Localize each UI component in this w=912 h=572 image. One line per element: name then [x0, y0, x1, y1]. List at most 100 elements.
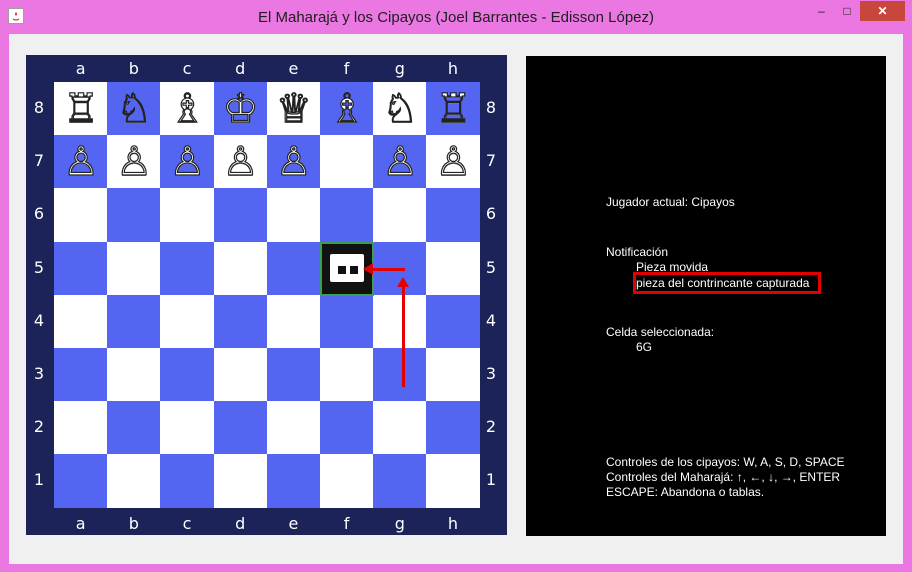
rank-label-left: 5	[33, 257, 45, 277]
rank-label-right: 2	[485, 417, 497, 437]
white-pawn-icon[interactable]: ♙	[426, 135, 480, 189]
file-label-bottom: a	[75, 514, 86, 533]
rank-label-left: 2	[33, 417, 45, 437]
white-pawn-icon[interactable]: ♙	[373, 135, 427, 189]
vertical-annotation-line	[402, 280, 405, 387]
rank-label-right: 7	[485, 151, 497, 171]
square-e1[interactable]	[266, 454, 321, 509]
file-label-top: c	[182, 59, 192, 78]
square-h6[interactable]	[426, 188, 481, 243]
square-g4[interactable]	[373, 294, 428, 349]
square-h2[interactable]	[426, 401, 481, 456]
square-c2[interactable]	[160, 401, 215, 456]
file-label-top: g	[394, 59, 405, 78]
square-e3[interactable]	[266, 348, 321, 402]
square-f7[interactable]	[320, 135, 374, 190]
square-h4[interactable]	[426, 294, 481, 349]
square-g2[interactable]	[373, 401, 428, 456]
selected-cell-value: 6G	[636, 340, 653, 354]
square-f6[interactable]	[320, 188, 374, 243]
square-d5[interactable]	[213, 241, 268, 296]
square-c3[interactable]	[160, 348, 215, 402]
file-label-top: h	[447, 59, 459, 78]
rank-label-right: 4	[485, 310, 497, 330]
white-pawn-icon[interactable]: ♙	[107, 135, 161, 189]
white-rook-icon[interactable]: ♖	[426, 82, 480, 136]
square-f2[interactable]	[320, 401, 374, 456]
square-b3[interactable]	[107, 348, 162, 402]
notification-highlight-box	[633, 272, 821, 294]
file-label-top: a	[75, 59, 86, 78]
white-pawn-icon[interactable]: ♙	[267, 135, 321, 189]
escape-controls-text: ESCAPE: Abandona o tablas.	[606, 485, 765, 499]
square-d3[interactable]	[213, 348, 268, 402]
square-c4[interactable]	[160, 294, 215, 349]
square-g6[interactable]	[373, 188, 428, 243]
square-d2[interactable]	[213, 401, 268, 456]
white-queen-icon[interactable]: ♕	[267, 82, 321, 136]
minimize-button[interactable]: –	[808, 1, 835, 21]
window-titlebar: El Maharajá y los Cipayos (Joel Barrante…	[0, 0, 912, 34]
square-e2[interactable]	[266, 401, 321, 456]
square-d4[interactable]	[213, 294, 268, 349]
square-a1[interactable]	[54, 454, 108, 509]
square-g1[interactable]	[373, 454, 428, 509]
sepoy-controls-text: Controles de los cipayos: W, A, S, D, SP…	[606, 455, 845, 469]
file-label-top: b	[128, 59, 139, 78]
square-f1[interactable]	[320, 454, 374, 509]
square-f4[interactable]	[320, 294, 374, 349]
square-d1[interactable]	[213, 454, 268, 509]
square-a4[interactable]	[54, 294, 108, 349]
current-player-text: Jugador actual: Cipayos	[606, 195, 735, 209]
square-b4[interactable]	[107, 294, 162, 349]
white-pawn-icon[interactable]: ♙	[160, 135, 214, 189]
file-label-top: e	[288, 59, 299, 78]
square-f3[interactable]	[320, 348, 374, 402]
rank-label-right: 6	[485, 204, 497, 224]
file-label-bottom: b	[128, 514, 139, 533]
left-arrowhead-icon	[363, 263, 373, 275]
square-b2[interactable]	[107, 401, 162, 456]
file-label-bottom: d	[235, 514, 246, 533]
square-a3[interactable]	[54, 348, 108, 402]
white-knight-icon[interactable]: ♘	[107, 82, 161, 136]
square-e5[interactable]	[266, 241, 321, 296]
white-bishop-icon[interactable]: ♗	[160, 82, 214, 136]
square-e6[interactable]	[266, 188, 321, 243]
white-bishop-icon[interactable]: ♗	[320, 82, 374, 136]
square-a6[interactable]	[54, 188, 108, 243]
square-g3[interactable]	[373, 348, 428, 402]
square-h5[interactable]	[426, 241, 481, 296]
square-d6[interactable]	[213, 188, 268, 243]
white-knight-icon[interactable]: ♘	[373, 82, 427, 136]
white-rook-icon[interactable]: ♖	[54, 82, 108, 136]
file-label-bottom: e	[288, 514, 299, 533]
rank-label-right: 3	[485, 364, 497, 383]
square-c5[interactable]	[160, 241, 215, 296]
white-pawn-icon[interactable]: ♙	[214, 135, 268, 189]
rank-label-left: 6	[33, 204, 45, 224]
maximize-button[interactable]: □	[835, 1, 859, 21]
square-h3[interactable]	[426, 348, 481, 402]
close-button[interactable]: ✕	[860, 1, 905, 21]
maharaja-controls-text: Controles del Maharajá: ↑, ←, ↓, →, ENTE…	[606, 470, 841, 484]
file-label-bottom: c	[182, 514, 192, 533]
white-king-icon[interactable]: ♔	[214, 82, 268, 136]
square-c6[interactable]	[160, 188, 215, 243]
rank-label-left: 4	[33, 310, 45, 330]
rank-label-left: 7	[33, 151, 45, 171]
rank-label-left: 3	[33, 364, 45, 383]
square-h1[interactable]	[426, 454, 481, 509]
square-b1[interactable]	[107, 454, 162, 509]
square-e4[interactable]	[266, 294, 321, 349]
selected-cell-title: Celda seleccionada:	[606, 325, 715, 339]
square-b6[interactable]	[107, 188, 162, 243]
rank-label-right: 1	[485, 470, 497, 490]
square-a5[interactable]	[54, 241, 108, 296]
file-label-bottom: h	[447, 514, 459, 533]
square-a2[interactable]	[54, 401, 108, 456]
square-c1[interactable]	[160, 454, 215, 509]
square-b5[interactable]	[107, 241, 162, 296]
file-label-bottom: g	[394, 514, 405, 533]
white-pawn-icon[interactable]: ♙	[54, 135, 108, 189]
